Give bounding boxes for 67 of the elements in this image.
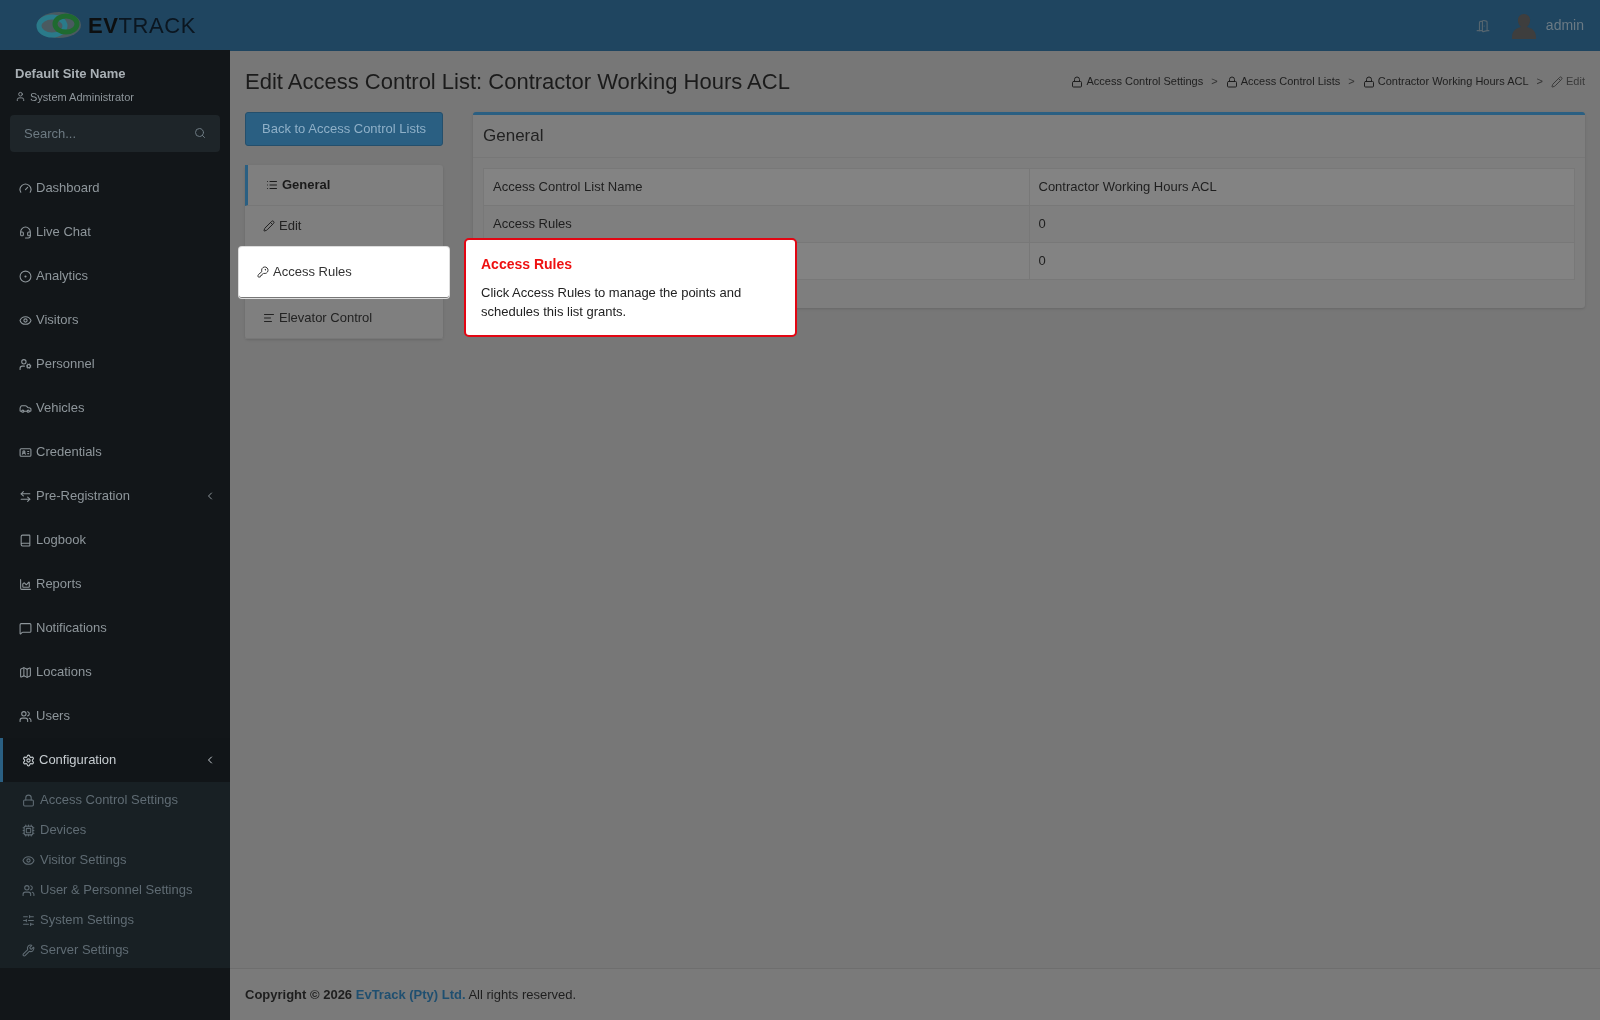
copyright-text: Copyright © 2026 EvTrack (Pty) Ltd. All rights reserved. [245, 985, 577, 1004]
breadcrumb-separator: > [1535, 74, 1545, 90]
settings-icon [22, 753, 35, 767]
chip-icon [22, 823, 35, 837]
sidebar-item[interactable]: Dashboard [0, 166, 230, 210]
sidebar-item[interactable]: Live Chat [0, 210, 230, 254]
eye-icon [19, 313, 32, 327]
sidebar-item[interactable]: Personnel [0, 342, 230, 386]
breadcrumb-link[interactable]: Access Control Settings [1071, 73, 1204, 90]
lock-icon [1362, 75, 1375, 88]
lock-icon [22, 793, 35, 807]
sidebar-item[interactable]: Pre-Registration [0, 474, 230, 518]
chart-icon [19, 577, 32, 591]
sidebar-item[interactable]: Logbook [0, 518, 230, 562]
lines-icon [263, 312, 275, 324]
target-icon [19, 269, 32, 283]
pencil-icon [263, 220, 275, 232]
list-icon [266, 179, 278, 191]
sidebar-item[interactable]: Visitors [0, 298, 230, 342]
tooltip-title: Access Rules [481, 255, 574, 274]
sidebar-item[interactable]: Users [0, 694, 230, 738]
headset-icon [19, 225, 32, 239]
people-icon [19, 709, 32, 723]
gauge-icon [19, 181, 32, 195]
sidebar-item[interactable]: Notifications [0, 606, 230, 650]
id-card-icon [19, 445, 32, 459]
key-icon [257, 266, 269, 278]
wrench-icon [22, 943, 35, 957]
breadcrumb-link[interactable]: Access Control Lists [1225, 73, 1341, 90]
table-cell: 0 [1038, 216, 1046, 232]
site-name: Default Site Name [15, 65, 127, 83]
map-icon [19, 665, 32, 679]
tooltip-text: Click Access Rules to manage the points and schedules this list grants. [481, 284, 743, 321]
user-role: System Administrator [30, 89, 134, 105]
people-icon [22, 883, 35, 897]
user-icon [15, 91, 26, 103]
table-cell: Access Control List Name [493, 179, 643, 195]
sidebar-item[interactable]: Analytics [0, 254, 230, 298]
breadcrumb-separator: > [1210, 74, 1219, 90]
table-cell: Access Rules [493, 216, 572, 232]
breadcrumb-separator: > [1347, 74, 1356, 90]
message-icon [19, 621, 32, 635]
table-cell: 0 [1038, 253, 1046, 269]
tab[interactable]: Elevator Control [245, 298, 443, 339]
breadcrumb-link[interactable]: Contractor Working Hours ACL [1362, 73, 1529, 90]
page-title: Edit Access Control List: Contractor Working Hours ACL [245, 68, 790, 96]
tab[interactable]: Access Rules [239, 247, 449, 298]
arrows-icon [19, 489, 32, 503]
avatar-icon [1511, 12, 1536, 39]
pencil-icon [1551, 75, 1564, 88]
search-field[interactable]: Search... [10, 115, 220, 152]
lock-icon [1071, 75, 1084, 88]
sidebar-item[interactable]: Credentials [0, 430, 230, 474]
person-icon [19, 357, 32, 371]
sidebar-item[interactable]: Vehicles [0, 386, 230, 430]
sidebar-item[interactable]: Reports [0, 562, 230, 606]
table-cell: Contractor Working Hours ACL [1038, 179, 1217, 195]
brand-name: EVTRACK [88, 11, 196, 40]
card-title: General [473, 115, 1585, 158]
sliders-icon [22, 913, 35, 927]
eye-icon [22, 853, 35, 867]
lock-icon [1225, 75, 1238, 88]
book-icon [19, 533, 32, 547]
sidebar-item[interactable]: Locations [0, 650, 230, 694]
tab[interactable]: General [245, 165, 443, 206]
door-icon[interactable] [1475, 18, 1490, 33]
search-icon [194, 127, 206, 139]
